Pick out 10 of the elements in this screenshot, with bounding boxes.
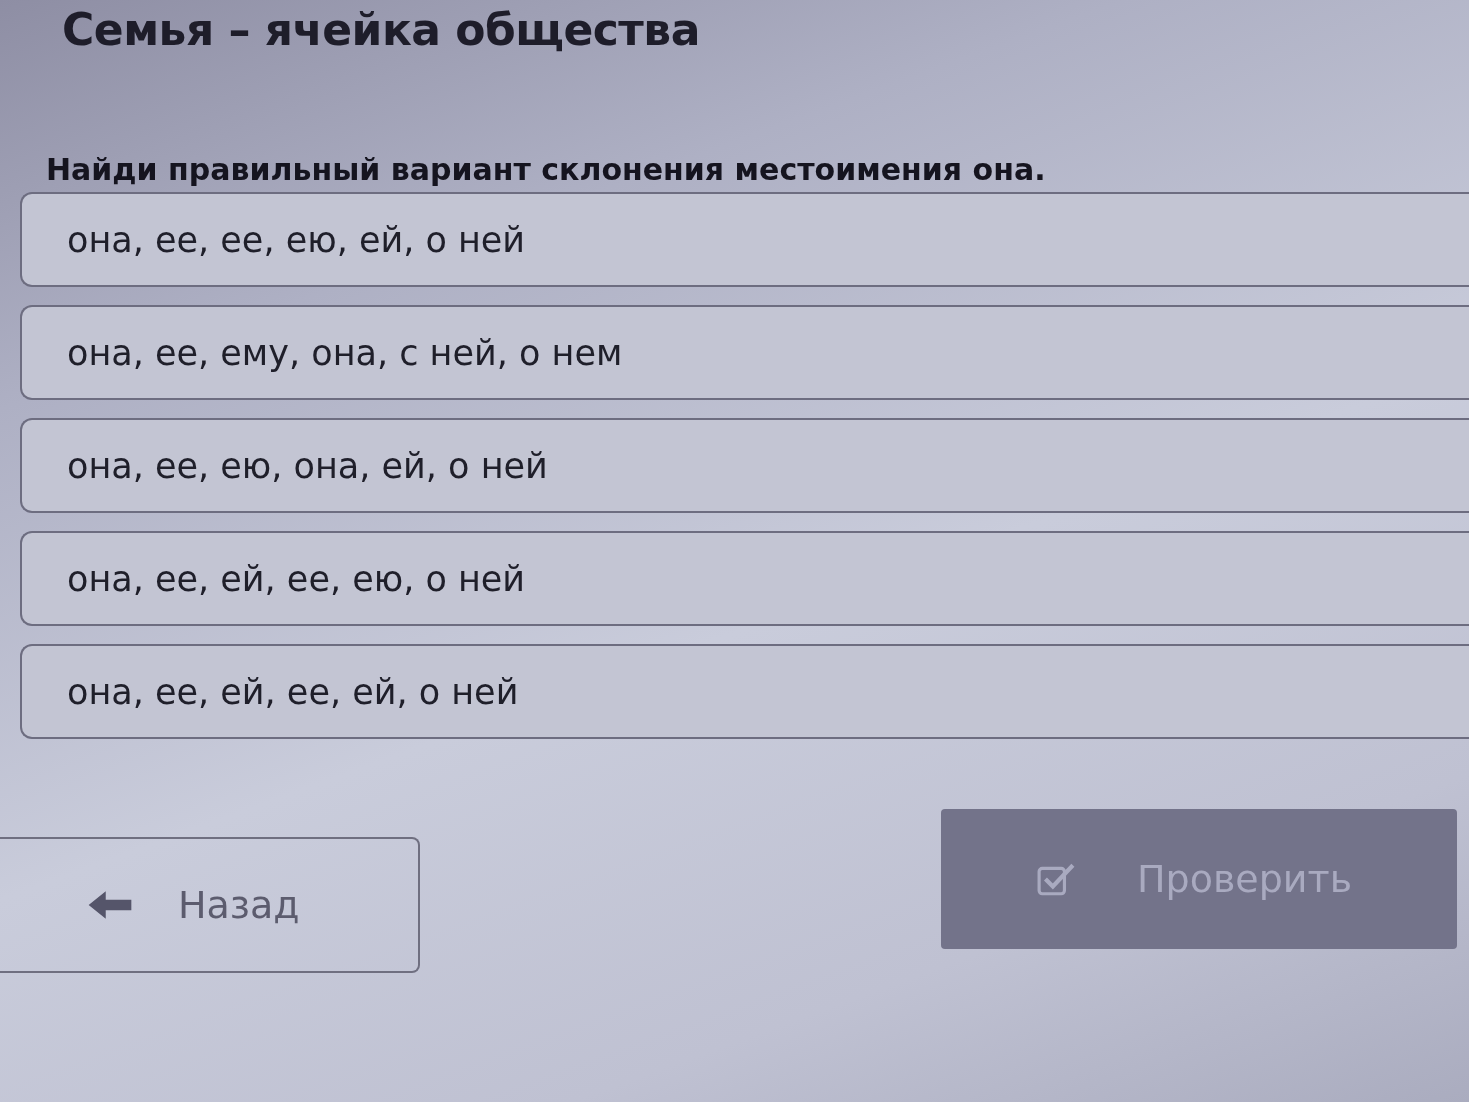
- left-arrow-icon: [88, 889, 132, 921]
- answer-option[interactable]: она, ее, ей, ее, ей, о ней: [20, 644, 1469, 739]
- answer-option[interactable]: она, ее, ею, она, ей, о ней: [20, 418, 1469, 513]
- checkbox-tick-icon: [1037, 862, 1075, 896]
- page-title: Семья – ячейка общества: [61, 3, 701, 56]
- question-text: Найди правильный вариант склонения местоимения она.: [45, 152, 1047, 188]
- answer-option[interactable]: она, ее, ему, она, с ней, о нем: [20, 305, 1469, 400]
- back-button[interactable]: Назад: [0, 837, 420, 973]
- answer-option[interactable]: она, ее, ее, ею, ей, о ней: [20, 192, 1469, 287]
- answer-option[interactable]: она, ее, ей, ее, ею, о ней: [20, 531, 1469, 626]
